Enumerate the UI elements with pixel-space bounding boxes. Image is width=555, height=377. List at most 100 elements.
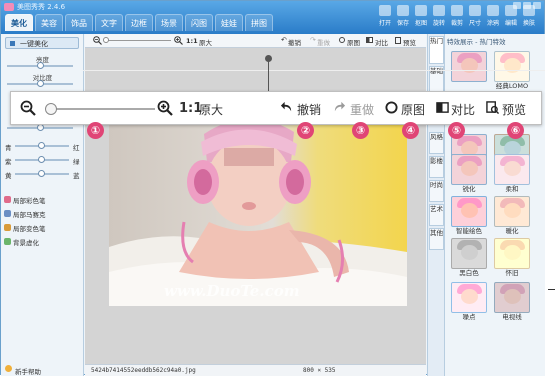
effect-item[interactable]: 黑白色 xyxy=(451,238,487,278)
side-tab-hot[interactable]: 热门 xyxy=(429,36,444,64)
size-tool[interactable]: 尺寸 xyxy=(468,5,482,27)
cutout-tool[interactable]: 抠图 xyxy=(414,5,428,27)
effect-item[interactable]: 智能绘色 xyxy=(451,196,487,236)
zoom-knob[interactable] xyxy=(45,103,57,115)
close-icon[interactable] xyxy=(533,2,541,9)
tab-changjing[interactable]: 场景 xyxy=(155,14,183,31)
saturation-knob[interactable] xyxy=(37,124,44,131)
tab-shantu[interactable]: 闪图 xyxy=(185,14,213,31)
tab-biankuang[interactable]: 边框 xyxy=(125,14,153,31)
doodle-tool[interactable]: 涂鸦 xyxy=(486,5,500,27)
effect-item[interactable]: 怀旧 xyxy=(494,238,530,278)
side-tab-art[interactable]: 艺术 xyxy=(429,204,444,226)
background-blur[interactable]: 背景虚化 xyxy=(13,237,39,247)
contrast-knob[interactable] xyxy=(37,80,44,87)
effect-item[interactable] xyxy=(451,51,487,82)
bulb-icon xyxy=(5,365,12,372)
rotate-tool[interactable]: 旋转 xyxy=(432,5,446,27)
effect-item[interactable]: 噪点 xyxy=(451,282,487,322)
zoom-knob[interactable] xyxy=(103,37,109,43)
save-icon xyxy=(397,5,409,16)
minimize-icon[interactable] xyxy=(513,2,521,9)
color-cyan-label: 青 xyxy=(5,144,12,152)
original-image-icon xyxy=(385,101,398,114)
preview-button-small[interactable]: 预览 xyxy=(403,37,416,47)
photo-image[interactable]: www.DuoTe.com xyxy=(109,122,407,306)
preview-button[interactable]: 预览 xyxy=(502,101,526,118)
auto-beautify-button[interactable]: 一键美化 xyxy=(5,37,79,49)
app-title: 美图秀秀 2.4.6 xyxy=(17,3,66,11)
undo-icon: ↶ xyxy=(281,36,287,44)
zoom-ratio[interactable]: 1:1 xyxy=(186,37,198,45)
yellow-blue-slider[interactable] xyxy=(15,170,69,177)
guide-line xyxy=(83,70,545,71)
redo-button[interactable]: 重做 xyxy=(350,101,374,118)
zoom-in-icon[interactable] xyxy=(157,100,173,116)
status-bar: 5424b7414552eeddb562c94a0.jpg 800 × 535 xyxy=(85,364,426,376)
callout-badge-1: ① xyxy=(87,122,104,139)
color-yellow-label: 黄 xyxy=(5,172,12,180)
side-tab-studio[interactable]: 影楼 xyxy=(429,156,444,178)
saturation-slider[interactable] xyxy=(7,124,73,131)
color-pen-icon xyxy=(4,196,11,203)
compare-icon xyxy=(366,37,373,43)
tab-meihua[interactable]: 美化 xyxy=(5,14,33,31)
tab-wawa[interactable]: 娃娃 xyxy=(215,14,243,31)
blur-icon xyxy=(4,238,11,245)
effect-item[interactable]: 电视线 xyxy=(494,282,530,322)
recolor-pen-icon xyxy=(4,224,11,231)
redo-button-small[interactable]: 重做 xyxy=(317,37,330,47)
compare-button[interactable]: 对比 xyxy=(451,101,475,118)
local-recolor-pen[interactable]: 局部变色笔 xyxy=(13,223,46,233)
effect-item[interactable]: 柔和 xyxy=(494,154,530,194)
local-mosaic-pen[interactable]: 局部马赛克 xyxy=(13,209,46,219)
file-name: 5424b7414552eeddb562c94a0.jpg xyxy=(91,367,196,374)
tab-shipin[interactable]: 饰品 xyxy=(65,14,93,31)
effect-item[interactable]: 经典LOMO xyxy=(494,51,530,91)
zoom-out-icon[interactable] xyxy=(93,36,102,45)
effect-item[interactable]: 锐化 xyxy=(451,154,487,194)
resize-icon xyxy=(469,5,481,16)
side-tab-style[interactable]: 风格 xyxy=(429,132,444,154)
undo-button[interactable]: 撤销 xyxy=(297,101,321,118)
save-tool[interactable]: 保存 xyxy=(396,5,410,27)
callout-badge-5: ⑤ xyxy=(448,122,465,139)
color-purple-label: 紫 xyxy=(5,158,12,166)
zoom-slider[interactable] xyxy=(103,37,171,43)
baby-photo xyxy=(109,122,407,306)
cyan-red-knob[interactable] xyxy=(38,142,45,149)
brightness-knob[interactable] xyxy=(37,62,44,69)
cyan-red-slider[interactable] xyxy=(15,142,69,149)
zoom-in-icon[interactable] xyxy=(174,36,183,45)
original-size-button[interactable]: 原大 xyxy=(199,101,223,118)
app-window: 美图秀秀 2.4.6 美化 美容 饰品 文字 边框 场景 闪图 娃娃 拼图 打开… xyxy=(0,0,545,376)
tab-wenzi[interactable]: 文字 xyxy=(95,14,123,31)
original-image-icon xyxy=(339,37,345,43)
original-image-button[interactable]: 原图 xyxy=(401,101,425,118)
color-blue-label: 蓝 xyxy=(73,172,80,180)
open-tool[interactable]: 打开 xyxy=(378,5,392,27)
callout-badge-2: ② xyxy=(297,122,314,139)
effect-thumb xyxy=(494,238,530,269)
yellow-blue-knob[interactable] xyxy=(38,170,45,177)
undo-button-small[interactable]: 撤销 xyxy=(288,37,301,47)
app-logo-icon xyxy=(4,3,14,11)
crop-tool[interactable]: 裁剪 xyxy=(450,5,464,27)
maximize-icon[interactable] xyxy=(523,2,531,9)
contrast-slider[interactable] xyxy=(7,80,73,87)
side-tab-other[interactable]: 其他 xyxy=(429,228,444,250)
zoom-slider[interactable] xyxy=(45,103,155,115)
original-image-button[interactable]: 原图 xyxy=(347,37,360,47)
compare-button-small[interactable]: 对比 xyxy=(375,37,388,47)
zoom-out-icon[interactable] xyxy=(20,100,36,116)
effect-thumb xyxy=(494,196,530,227)
brightness-slider[interactable] xyxy=(7,62,73,69)
local-color-pen[interactable]: 局部彩色笔 xyxy=(13,195,46,205)
effect-item[interactable]: 暖化 xyxy=(494,196,530,236)
tab-pintu[interactable]: 拼图 xyxy=(245,14,273,31)
purple-green-knob[interactable] xyxy=(38,156,45,163)
tab-meirong[interactable]: 美容 xyxy=(35,14,63,31)
purple-green-slider[interactable] xyxy=(15,156,69,163)
side-tab-fashion[interactable]: 时尚 xyxy=(429,180,444,202)
original-size-button[interactable]: 原大 xyxy=(199,37,212,47)
